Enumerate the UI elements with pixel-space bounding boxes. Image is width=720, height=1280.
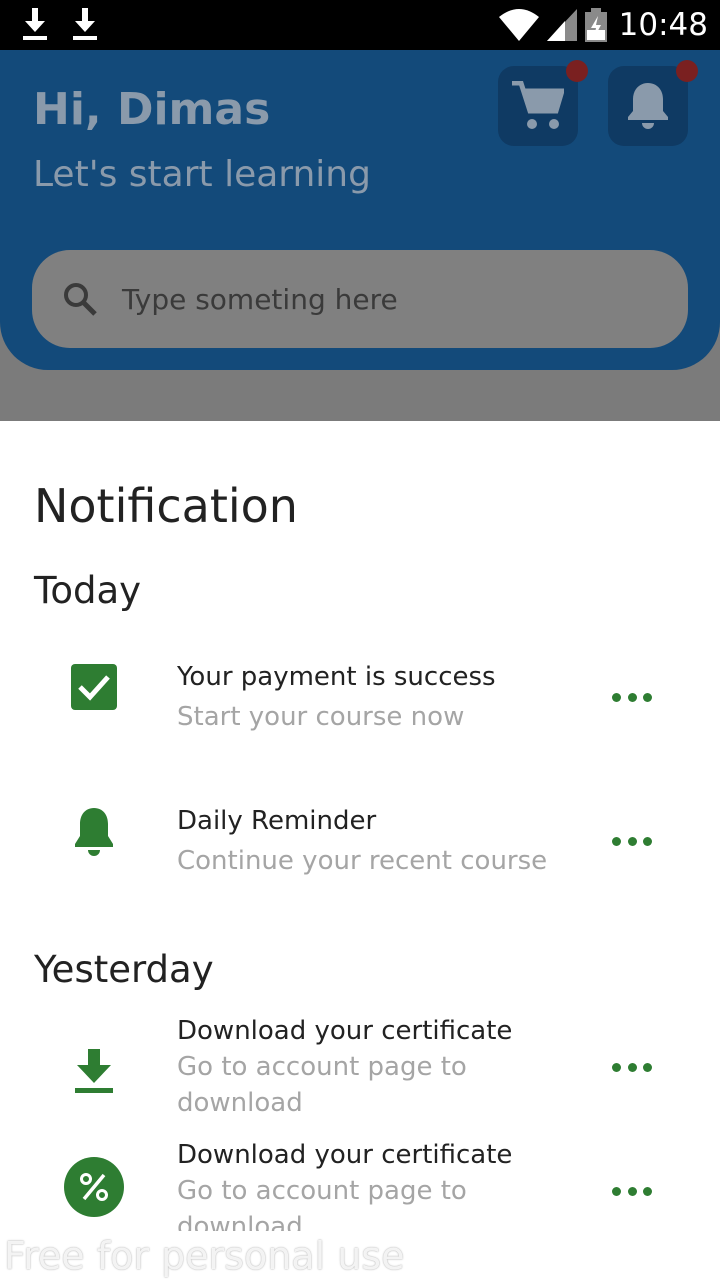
notification-text: Your payment is success Start your cours… [177, 659, 577, 735]
notification-title: Download your certificate [177, 1140, 513, 1170]
watermark-text: Free for personal use [4, 1234, 405, 1278]
notification-sheet: Notification Today Your payment is succe… [0, 421, 720, 1280]
notification-item[interactable]: Your payment is success Start your cours… [0, 659, 720, 749]
download-icon [75, 1049, 113, 1093]
notification-title: Download your certificate [177, 1016, 513, 1046]
percent-badge-icon [80, 1173, 108, 1201]
notification-item[interactable]: Daily Reminder Continue your recent cour… [0, 803, 720, 893]
bell-icon [628, 83, 668, 129]
check-square-icon [71, 664, 117, 710]
notification-subtitle: Start your course now [177, 702, 465, 732]
section-label-yesterday: Yesterday [34, 948, 214, 991]
home-header: Hi, Dimas Let's start learning Type some… [0, 50, 720, 370]
notification-title: Your payment is success [177, 662, 496, 692]
notification-icon [60, 797, 128, 865]
search-bar[interactable]: Type someting here [32, 250, 688, 348]
download-icon [23, 8, 47, 40]
more-options-button[interactable] [612, 1179, 652, 1203]
notification-title: Daily Reminder [177, 806, 377, 836]
notification-subtitle: Continue your recent course [177, 846, 548, 876]
wifi-icon [498, 9, 539, 41]
greeting-text: Hi, Dimas [33, 84, 271, 135]
background-scrim[interactable]: Hi, Dimas Let's start learning Type some… [0, 50, 720, 421]
notification-badge [676, 60, 698, 82]
status-notifications [22, 8, 98, 40]
notification-text: Daily Reminder Continue your recent cour… [177, 803, 577, 879]
more-options-button[interactable] [612, 1055, 652, 1079]
cart-icon [512, 81, 564, 129]
more-options-button[interactable] [612, 829, 652, 853]
status-system: 10:48 [498, 4, 708, 46]
greeting-subtitle: Let's start learning [33, 154, 371, 195]
status-time: 10:48 [618, 7, 708, 43]
search-input[interactable]: Type someting here [122, 283, 398, 316]
status-bar: 10:48 [0, 0, 720, 50]
notification-item[interactable]: Download your certificate Go to account … [0, 1013, 720, 1131]
cart-badge [566, 60, 588, 82]
search-icon [64, 283, 97, 316]
notification-icon [60, 653, 128, 721]
download-icon [73, 8, 97, 40]
section-label-today: Today [34, 569, 142, 612]
notification-icon [60, 1037, 128, 1105]
battery-icon [584, 8, 607, 42]
sheet-title: Notification [34, 479, 298, 533]
signal-icon [546, 9, 577, 41]
notification-text: Download your certificate Go to account … [177, 1013, 577, 1121]
notification-subtitle: Go to account page to download [177, 1176, 467, 1231]
notification-text: Download your certificate Go to account … [177, 1137, 577, 1231]
cart-button[interactable] [498, 60, 588, 146]
notification-icon [64, 1157, 124, 1217]
more-options-button[interactable] [612, 685, 652, 709]
notification-item[interactable]: Download your certificate Go to account … [0, 1137, 720, 1231]
notification-button[interactable] [608, 60, 698, 146]
notification-subtitle: Go to account page to download [177, 1052, 467, 1118]
bell-icon [75, 808, 113, 856]
